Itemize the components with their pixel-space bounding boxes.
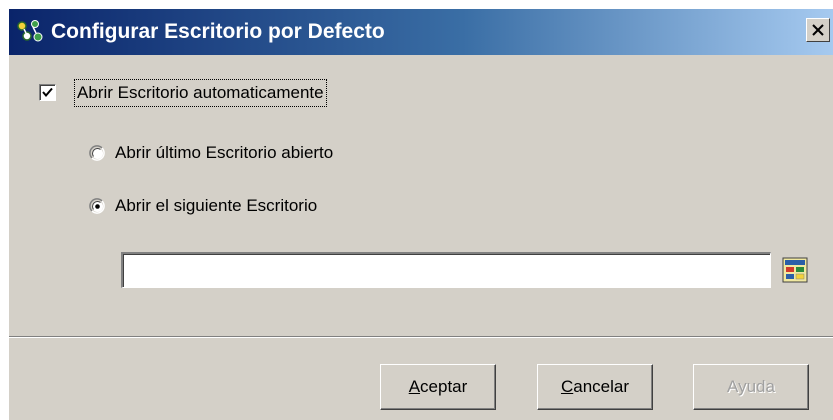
cancel-mnemonic: C bbox=[560, 377, 574, 396]
dialog-window: Configurar Escritorio por Defecto Abrir … bbox=[8, 8, 833, 420]
radio-open-next-button[interactable] bbox=[89, 198, 106, 215]
separator bbox=[9, 336, 833, 338]
checkmark-icon bbox=[42, 87, 53, 98]
radio-open-last-button[interactable] bbox=[89, 145, 106, 162]
cancel-button[interactable]: Cancelar bbox=[537, 364, 653, 410]
desktop-path-input[interactable] bbox=[121, 252, 771, 288]
auto-open-label[interactable]: Abrir Escritorio automaticamente bbox=[74, 79, 327, 107]
cancel-label: ancelar bbox=[573, 377, 630, 396]
desktop-config-icon bbox=[15, 19, 45, 45]
accept-mnemonic: A bbox=[408, 377, 421, 396]
auto-open-checkbox[interactable] bbox=[39, 84, 56, 101]
help-label: Ayuda bbox=[727, 377, 775, 396]
dialog-title: Configurar Escritorio por Defecto bbox=[51, 20, 385, 43]
title-bar[interactable]: Configurar Escritorio por Defecto bbox=[9, 9, 833, 55]
radio-open-next-label[interactable]: Abrir el siguiente Escritorio bbox=[115, 196, 317, 216]
radio-open-last-label[interactable]: Abrir último Escritorio abierto bbox=[115, 143, 333, 163]
browse-desktop-button[interactable] bbox=[779, 253, 811, 287]
accept-button[interactable]: Aceptar bbox=[380, 364, 496, 410]
accept-label: ceptar bbox=[420, 377, 468, 396]
close-button[interactable] bbox=[806, 18, 830, 42]
help-button[interactable]: Ayuda bbox=[693, 364, 809, 410]
